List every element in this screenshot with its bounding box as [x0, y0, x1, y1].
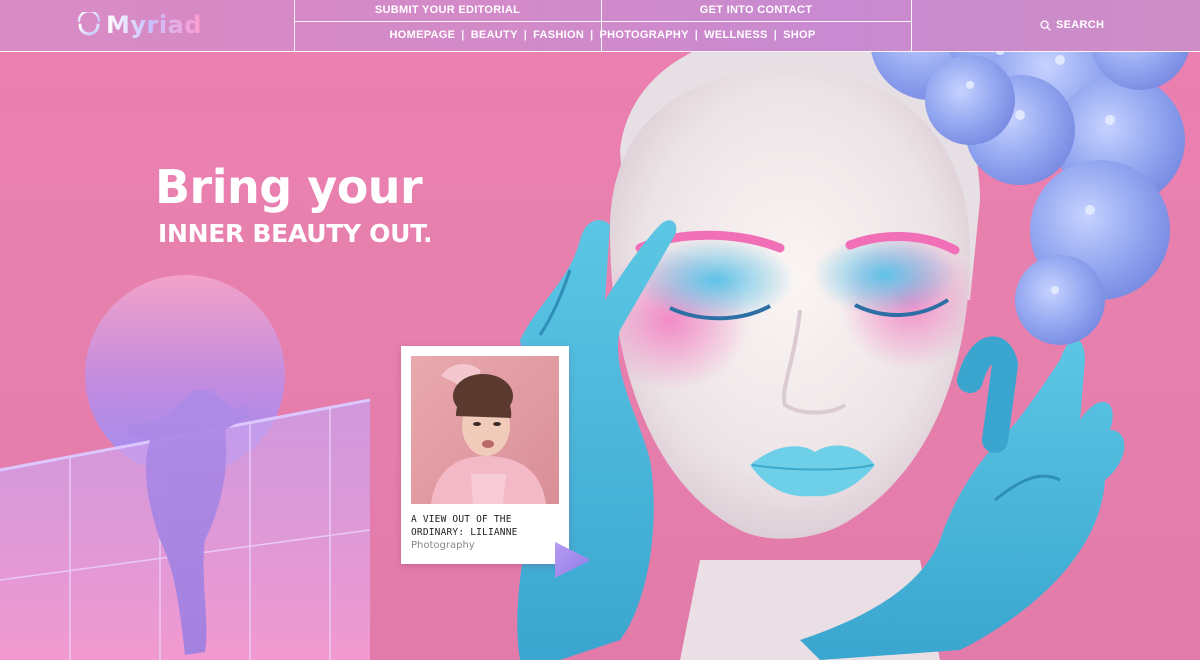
submit-editorial-link[interactable]: SUBMIT YOUR EDITORIAL — [294, 4, 601, 20]
hero-portrait-image — [517, 0, 1190, 660]
nav-beauty[interactable]: BEAUTY — [471, 29, 518, 41]
nav-separator: | — [773, 29, 778, 41]
nav-photography[interactable]: PHOTOGRAPHY — [600, 29, 689, 41]
hero-subtitle: INNER BEAUTY OUT. — [158, 219, 433, 248]
feature-article-photo — [411, 356, 559, 504]
feature-article-title[interactable]: A VIEW OUT OF THE ORDINARY: LILIANNE — [411, 513, 561, 539]
search-icon — [1040, 19, 1051, 31]
woman-on-glass-balcony-image — [0, 390, 370, 660]
site-header: Myriad SUBMIT YOUR EDITORIAL GET INTO CO… — [0, 0, 1200, 52]
nav-fashion[interactable]: FASHION — [533, 29, 584, 41]
nav-separator: | — [590, 29, 594, 41]
nav-homepage[interactable]: HOMEPAGE — [390, 29, 456, 41]
nav-separator: | — [523, 29, 528, 41]
site-logo[interactable]: Myriad — [76, 8, 202, 42]
feature-article-card[interactable]: A VIEW OUT OF THE ORDINARY: LILIANNE Pho… — [401, 346, 569, 564]
nav-separator: | — [694, 29, 699, 41]
play-triangle-icon[interactable] — [553, 540, 593, 580]
nav-wellness[interactable]: WELLNESS — [704, 29, 768, 41]
feature-article-category[interactable]: Photography — [411, 540, 475, 551]
nav-shop[interactable]: SHOP — [783, 29, 815, 41]
hero-title: Bring your — [155, 160, 423, 214]
header-divider — [911, 0, 912, 52]
header-divider — [294, 21, 911, 22]
smile-logo-icon — [77, 12, 101, 36]
contact-link[interactable]: GET INTO CONTACT — [601, 4, 911, 20]
logo-text: Myriad — [106, 11, 202, 39]
search-button[interactable]: SEARCH — [1040, 19, 1104, 31]
search-label: SEARCH — [1056, 19, 1105, 31]
main-nav: HOMEPAGE | BEAUTY | FASHION | PHOTOGRAPH… — [294, 29, 911, 41]
nav-separator: | — [461, 29, 465, 41]
